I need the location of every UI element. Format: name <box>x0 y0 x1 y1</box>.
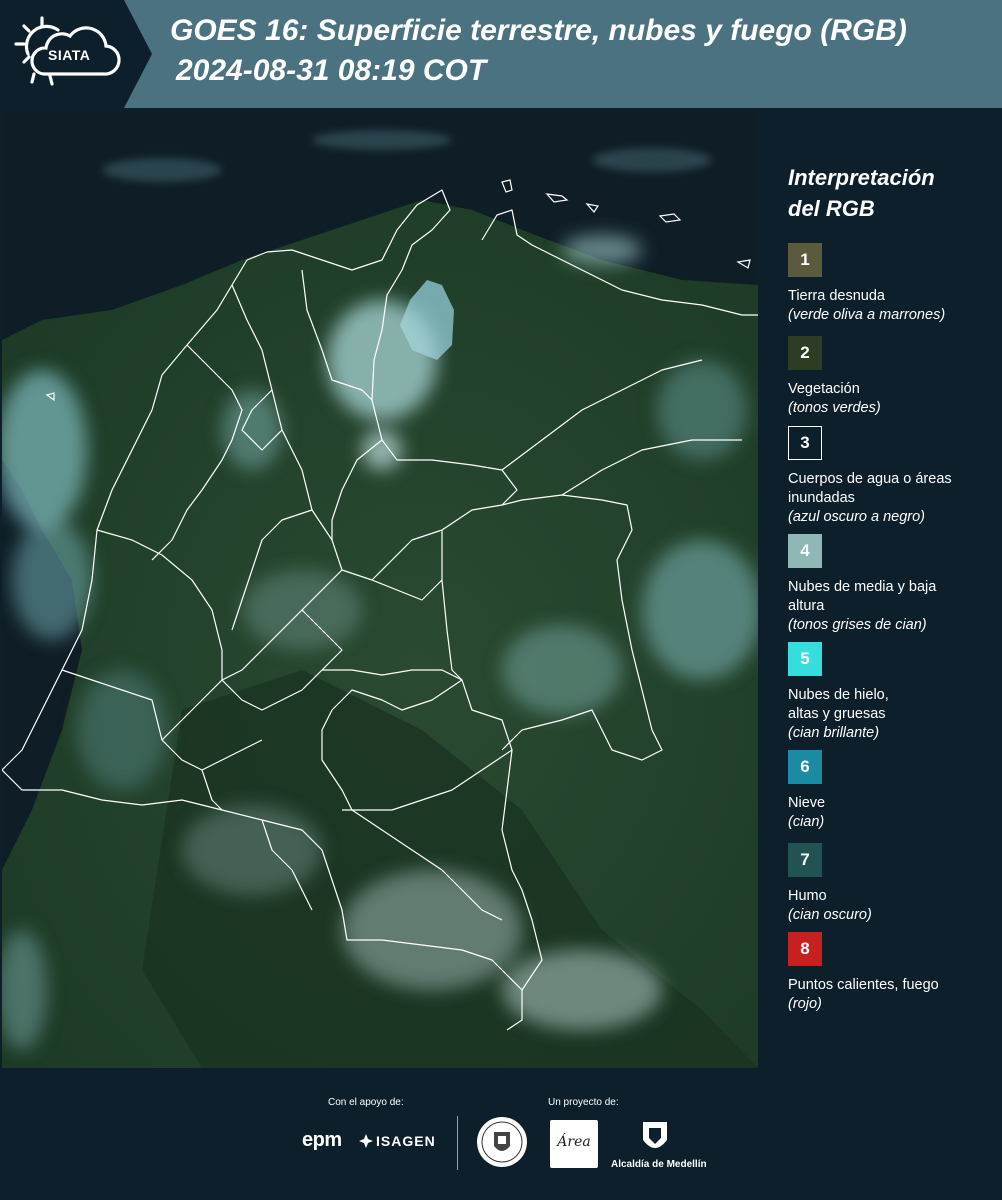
legend-item-mid-low-clouds: 4 Nubes de media y baja altura (tonos gr… <box>788 534 998 635</box>
legend-item-vegetation: 2 Vegetación (tonos verdes) <box>788 336 998 418</box>
legend-label: Cuerpos de agua o áreas inundadas <box>788 471 952 506</box>
university-seal-icon[interactable] <box>476 1116 528 1168</box>
legend-label: Humo <box>788 888 827 904</box>
legend-desc: (tonos grises de cian) <box>788 617 927 633</box>
area-metropolitana-logo[interactable]: Área <box>550 1120 598 1168</box>
legend-panel: Interpretación del RGB 1 Tierra desnuda … <box>760 110 1002 1068</box>
legend-label: Nieve <box>788 795 826 811</box>
logo-text: SIATA <box>48 47 91 63</box>
page-title: GOES 16: Superficie terrestre, nubes y f… <box>170 14 907 47</box>
legend-swatch: 5 <box>788 642 822 676</box>
legend-swatch: 8 <box>788 932 822 966</box>
legend-title-line1: Interpretación <box>788 165 935 190</box>
epm-logo[interactable]: epm <box>302 1129 342 1152</box>
legend-swatch: 3 <box>788 426 822 460</box>
legend-item-smoke: 7 Humo (cian oscuro) <box>788 843 998 925</box>
footer-divider <box>457 1116 458 1170</box>
legend-label: Vegetación <box>788 381 860 397</box>
legend-item-bare-land: 1 Tierra desnuda (verde oliva a marrones… <box>788 243 998 325</box>
legend-label: Nubes de hielo, altas y gruesas <box>788 687 889 722</box>
satellite-map <box>2 110 758 1068</box>
legend-item-fire: 8 Puntos calientes, fuego (rojo) <box>788 932 998 1014</box>
legend-desc: (rojo) <box>788 996 822 1012</box>
legend-item-ice-clouds: 5 Nubes de hielo, altas y gruesas (cian … <box>788 642 998 743</box>
header-bar: SIATA GOES 16: Superficie terrestre, nub… <box>0 0 1002 108</box>
alcaldia-label: Alcaldía de Medellín <box>611 1159 707 1170</box>
isagen-icon <box>359 1134 373 1148</box>
legend-item-snow: 6 Nieve (cian) <box>788 750 998 832</box>
legend-title-line2: del RGB <box>788 196 875 221</box>
legend-swatch: 7 <box>788 843 822 877</box>
page-datetime: 2024-08-31 08:19 COT <box>176 54 487 87</box>
support-label: Con el apoyo de: <box>328 1097 404 1108</box>
area-logo-text: Área <box>557 1134 591 1150</box>
project-label: Un proyecto de: <box>548 1097 619 1108</box>
legend-label: Puntos calientes, fuego <box>788 977 939 993</box>
legend-swatch: 6 <box>788 750 822 784</box>
legend-swatch: 1 <box>788 243 822 277</box>
legend-desc: (cian oscuro) <box>788 907 872 923</box>
legend-swatch: 4 <box>788 534 822 568</box>
legend-desc: (cian brillante) <box>788 725 880 741</box>
legend-desc: (verde oliva a marrones) <box>788 307 946 323</box>
legend-label: Nubes de media y baja altura <box>788 579 937 614</box>
legend-swatch: 2 <box>788 336 822 370</box>
legend-desc: (azul oscuro a negro) <box>788 509 926 525</box>
siata-logo[interactable]: SIATA <box>0 0 152 108</box>
legend-item-water: 3 Cuerpos de agua o áreas inundadas (azu… <box>788 426 998 527</box>
coat-of-arms-icon[interactable] <box>641 1118 669 1156</box>
legend-desc: (tonos verdes) <box>788 400 881 416</box>
legend-title: Interpretación del RGB <box>788 162 988 224</box>
legend-label: Tierra desnuda <box>788 288 885 304</box>
legend-desc: (cian) <box>788 814 825 830</box>
isagen-logo[interactable]: ISAGEN <box>376 1133 436 1149</box>
